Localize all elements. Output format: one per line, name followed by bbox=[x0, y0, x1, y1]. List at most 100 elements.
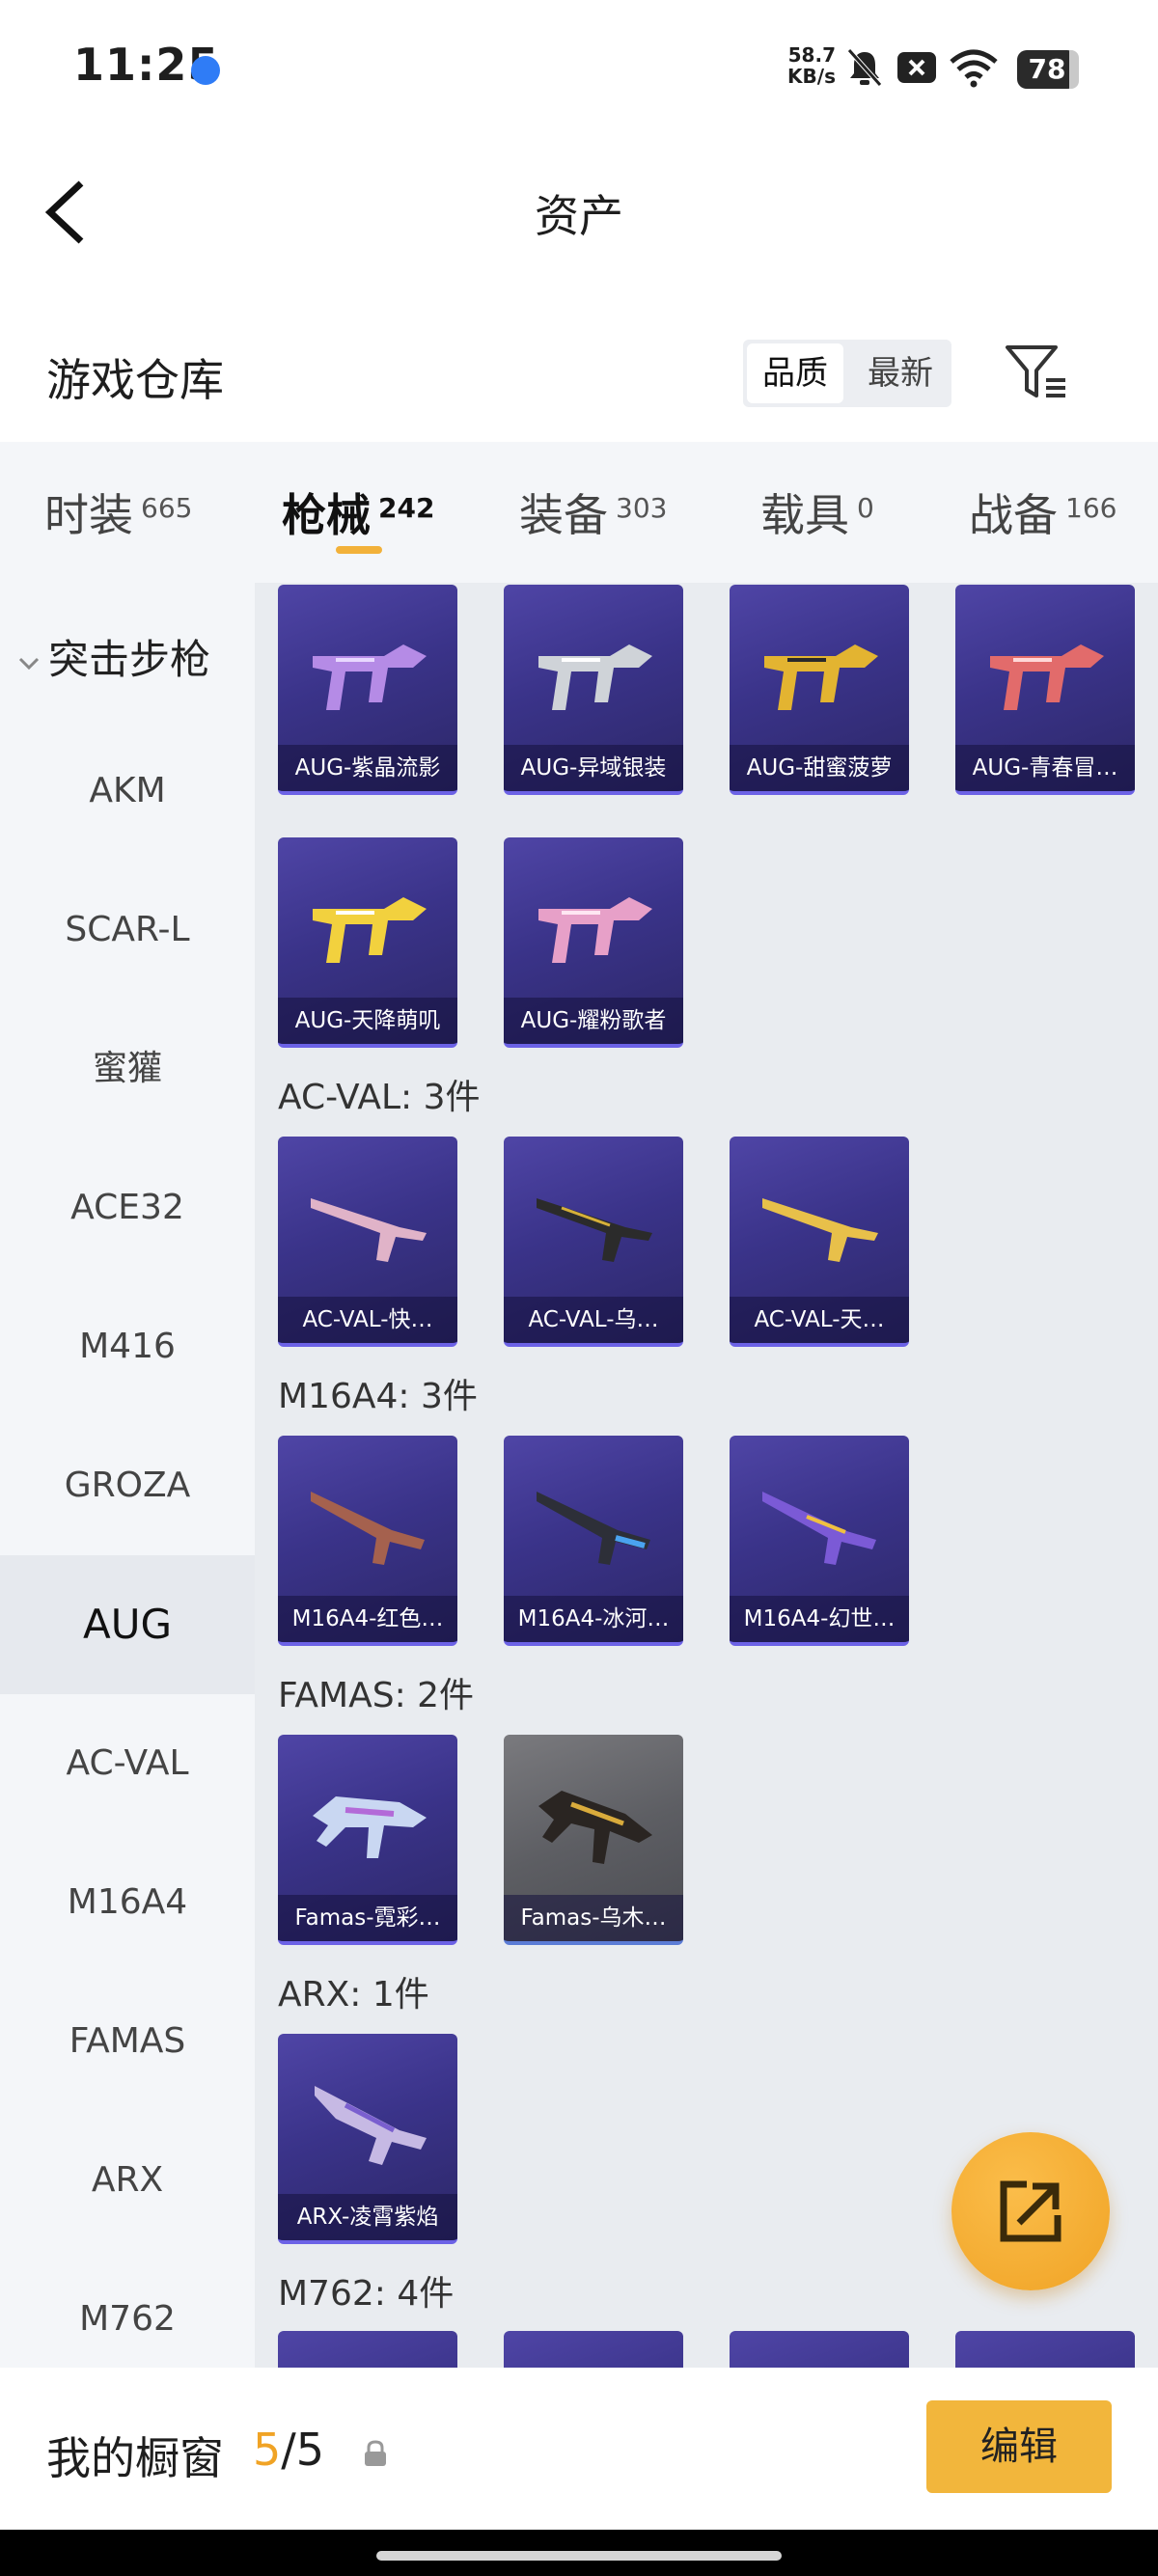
weapon-card[interactable]: Famas-霓彩… bbox=[278, 1735, 457, 1945]
sidebar-item-aug[interactable]: AUG bbox=[0, 1555, 255, 1694]
showcase-current: 5 bbox=[253, 2424, 282, 2476]
tab-count: 303 bbox=[616, 492, 668, 524]
network-speed: 58.7 KB/s bbox=[784, 44, 836, 87]
tab-count: 242 bbox=[378, 492, 435, 524]
weapon-name: AC-VAL-快… bbox=[278, 1297, 457, 1343]
weapon-card[interactable] bbox=[278, 2331, 457, 2368]
rifle-icon bbox=[311, 1198, 427, 1262]
category-tabs: 时装 665 枪械 242 装备 303 载具 0 战备 166 bbox=[0, 442, 1158, 583]
rifle-icon bbox=[311, 1492, 425, 1565]
weapon-name: AUG-异域银装 bbox=[504, 745, 683, 791]
sidebar-item-akm[interactable]: AKM bbox=[0, 722, 255, 861]
section-title-ac-val: AC-VAL: 3件 bbox=[278, 1078, 481, 1117]
tab-label: 装备 bbox=[519, 489, 608, 541]
rifle-icon bbox=[990, 644, 1104, 710]
page-title: 资产 bbox=[535, 190, 623, 242]
sidebar-item-ac-val[interactable]: AC-VAL bbox=[0, 1694, 255, 1833]
weapon-name: M16A4-幻世… bbox=[730, 1596, 909, 1642]
tab-firearms[interactable]: 枪械 242 bbox=[282, 480, 434, 548]
sidebar-item-ace32[interactable]: ACE32 bbox=[0, 1138, 255, 1277]
tab-vehicles[interactable]: 载具 0 bbox=[760, 480, 874, 548]
weapon-card[interactable]: AUG-异域银装 bbox=[504, 585, 683, 795]
sidebar-item-scar-l[interactable]: SCAR-L bbox=[0, 861, 255, 1000]
weapon-card[interactable]: AUG-耀粉歌者 bbox=[504, 837, 683, 1048]
system-nav-bar bbox=[0, 2530, 1158, 2576]
weapon-card[interactable]: AC-VAL-快… bbox=[278, 1137, 457, 1347]
weapon-name: AUG-耀粉歌者 bbox=[504, 998, 683, 1044]
rifle-icon bbox=[537, 1198, 652, 1262]
sort-toggle: 品质 最新 bbox=[743, 340, 951, 407]
weapon-sidebar: 突击步枪 AKM SCAR-L 蜜獾 ACE32 M416 GROZA AUG … bbox=[0, 583, 255, 2368]
browser-notification-icon bbox=[191, 56, 220, 85]
weapon-card[interactable]: ARX-凌霄紫焰 bbox=[278, 2034, 457, 2244]
wifi-icon bbox=[950, 49, 998, 88]
sidebar-item-honey-badger[interactable]: 蜜獾 bbox=[0, 1000, 255, 1138]
sort-option-newest[interactable]: 最新 bbox=[849, 340, 951, 407]
tab-label: 枪械 bbox=[282, 489, 371, 541]
mute-bell-icon bbox=[847, 48, 882, 87]
sidebar-item-m416[interactable]: M416 bbox=[0, 1277, 255, 1416]
network-speed-unit: KB/s bbox=[787, 65, 836, 88]
filter-icon[interactable] bbox=[1004, 342, 1069, 403]
rifle-icon bbox=[315, 2086, 427, 2165]
rifle-icon bbox=[538, 897, 652, 963]
sidebar-item-m762[interactable]: M762 bbox=[0, 2250, 255, 2368]
warehouse-row: 游戏仓库 品质 最新 bbox=[0, 328, 1158, 444]
weapon-card[interactable]: AC-VAL-天… bbox=[730, 1137, 909, 1347]
blocked-app-icon bbox=[897, 52, 936, 83]
tab-fashion[interactable]: 时装 665 bbox=[44, 480, 192, 548]
weapon-name: ARX-凌霄紫焰 bbox=[278, 2194, 457, 2240]
chevron-down-icon bbox=[18, 657, 40, 670]
weapon-card[interactable]: AUG-青春冒… bbox=[955, 585, 1135, 795]
battery-icon bbox=[1069, 50, 1079, 89]
warehouse-title: 游戏仓库 bbox=[46, 354, 224, 406]
weapon-name: AC-VAL-乌… bbox=[504, 1297, 683, 1343]
weapon-name: AC-VAL-天… bbox=[730, 1297, 909, 1343]
weapon-card[interactable]: M16A4-幻世… bbox=[730, 1436, 909, 1646]
external-link-icon bbox=[1000, 2180, 1062, 2242]
section-title-famas: FAMAS: 2件 bbox=[278, 1676, 475, 1715]
tab-count: 0 bbox=[857, 492, 874, 524]
network-speed-value: 58.7 bbox=[787, 43, 836, 67]
weapon-card[interactable] bbox=[730, 2331, 909, 2368]
weapon-name: AUG-天降萌叽 bbox=[278, 998, 457, 1044]
weapon-card[interactable]: AC-VAL-乌… bbox=[504, 1137, 683, 1347]
weapon-name: M16A4-红色… bbox=[278, 1596, 457, 1642]
tab-count: 166 bbox=[1065, 492, 1117, 524]
sidebar-item-m16a4[interactable]: M16A4 bbox=[0, 1833, 255, 1972]
rifle-icon bbox=[762, 1198, 878, 1262]
weapon-name: AUG-紫晶流影 bbox=[278, 745, 457, 791]
sidebar-category[interactable]: 突击步枪 bbox=[17, 627, 210, 686]
rifle-icon bbox=[313, 644, 427, 710]
rifle-icon bbox=[764, 644, 878, 710]
showcase-bar: 我的橱窗 5/5 编辑 bbox=[0, 2368, 1158, 2530]
weapon-card[interactable]: M16A4-红色… bbox=[278, 1436, 457, 1646]
tab-label: 时装 bbox=[44, 489, 133, 541]
tab-supplies[interactable]: 战备 166 bbox=[969, 480, 1117, 548]
section-title-m16a4: M16A4: 3件 bbox=[278, 1377, 478, 1416]
weapon-card[interactable] bbox=[504, 2331, 683, 2368]
section-title-m762: M762: 4件 bbox=[278, 2274, 455, 2314]
rifle-icon bbox=[537, 1492, 650, 1565]
app-header: 资产 bbox=[0, 145, 1158, 280]
sidebar-item-arx[interactable]: ARX bbox=[0, 2111, 255, 2250]
tab-label: 战备 bbox=[969, 489, 1058, 541]
share-button[interactable] bbox=[951, 2132, 1110, 2290]
sort-option-quality[interactable]: 品质 bbox=[747, 343, 843, 403]
sidebar-item-famas[interactable]: FAMAS bbox=[0, 1972, 255, 2111]
status-bar: 11:25 58.7 KB/s 78 bbox=[0, 0, 1158, 135]
weapon-card[interactable]: AUG-紫晶流影 bbox=[278, 585, 457, 795]
home-indicator[interactable] bbox=[376, 2551, 782, 2561]
weapon-card[interactable]: Famas-乌木… bbox=[504, 1735, 683, 1945]
weapon-card[interactable]: M16A4-冰河… bbox=[504, 1436, 683, 1646]
tab-count: 665 bbox=[141, 492, 193, 524]
tab-equipment[interactable]: 装备 303 bbox=[519, 480, 667, 548]
weapon-card[interactable]: AUG-天降萌叽 bbox=[278, 837, 457, 1048]
weapon-grid: AUG-紫晶流影 AUG-异域银装 AUG-甜蜜菠萝 AUG-青春冒… AUG-… bbox=[255, 583, 1158, 2368]
weapon-card[interactable] bbox=[955, 2331, 1135, 2368]
rifle-icon bbox=[313, 1796, 427, 1858]
battery-level: 78 bbox=[1017, 50, 1077, 89]
edit-button[interactable]: 编辑 bbox=[926, 2400, 1112, 2493]
sidebar-item-groza[interactable]: GROZA bbox=[0, 1416, 255, 1555]
weapon-card[interactable]: AUG-甜蜜菠萝 bbox=[730, 585, 909, 795]
